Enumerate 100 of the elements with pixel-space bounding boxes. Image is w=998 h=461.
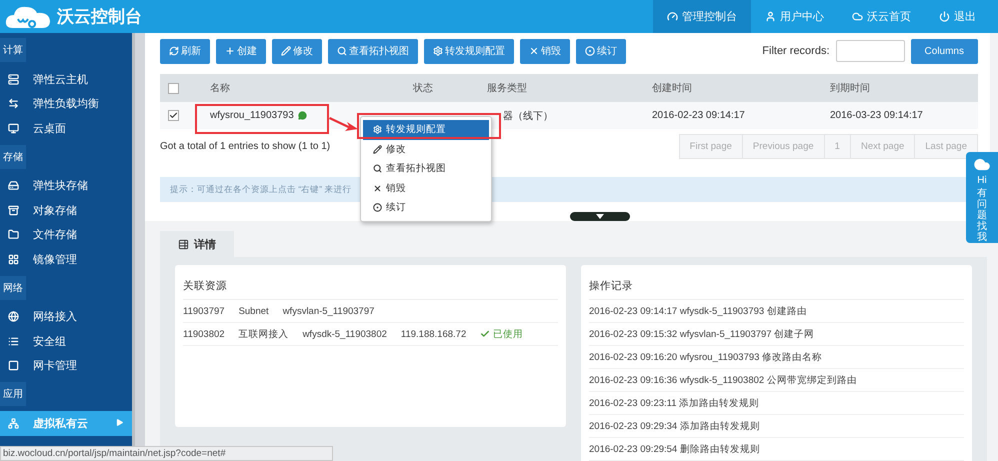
toolbar-button[interactable]: 销毁 (520, 38, 570, 64)
toolbar-button[interactable]: 续订 (576, 38, 626, 64)
sidebar-item[interactable]: 文件存储 (0, 222, 132, 247)
gear-icon (433, 46, 443, 56)
cloud-icon (852, 11, 863, 22)
column-header: 服务类型 (486, 82, 528, 95)
pencil-icon (373, 144, 382, 154)
hint-text: 提示：可通过在各个资源上点击 “右键” 来进行 (170, 184, 352, 196)
filter-label: Filter records: (762, 45, 830, 57)
columns-button[interactable]: Columns (910, 38, 978, 64)
tab[interactable]: 详情 (160, 231, 234, 257)
collapse-handle[interactable] (570, 212, 630, 221)
menu-item[interactable]: 转发规则配置 (363, 120, 489, 140)
link-url-tooltip: biz.wocloud.cn/portal/jsp/maintain/net.jsp?code=net# (0, 446, 333, 461)
log-entry: 2016-02-23 09:23:11 添加路由转发规则 (589, 396, 760, 410)
page-link[interactable]: Previous page (742, 135, 824, 158)
sidebar-item[interactable]: 网络接入 (0, 304, 132, 329)
menu-item[interactable]: 销毁 (363, 178, 489, 198)
sidebar-item[interactable]: 弹性块存储 (0, 174, 132, 198)
section-title: 应用 (0, 382, 26, 406)
folder-icon (8, 229, 19, 240)
close-icon (529, 46, 539, 56)
nav-link[interactable]: 管理控制台 (653, 0, 751, 33)
drive-icon (8, 180, 19, 192)
resource-cell: wfysdk-5_11903802 (302, 328, 387, 340)
section-title: 存储 (0, 144, 26, 168)
log-entry: 2016-02-23 09:15:32 wfysvlan-5_11903797 创建子网 (589, 328, 814, 340)
check-icon (480, 329, 490, 339)
sidebar-item[interactable]: 虚拟私有云 (0, 411, 132, 436)
table-cell: 2016-03-23 09:14:17 (830, 110, 923, 121)
checkbox[interactable] (168, 82, 179, 94)
network-icon (8, 418, 19, 429)
page-link[interactable]: 1 (824, 135, 850, 158)
globe-icon (8, 311, 19, 322)
widget-greeting: Hi (977, 175, 987, 186)
toolbar-button[interactable]: 查看拓扑视图 (328, 38, 418, 64)
log-entry: 2016-02-23 09:14:17 wfysdk-5_11903793 创建路由 (589, 304, 807, 318)
circle-icon (585, 46, 595, 56)
resource-cell: wfysvlan-5_11903797 (282, 306, 374, 316)
column-header: 创建时间 (651, 82, 693, 95)
toolbar-button[interactable]: 修改 (272, 38, 322, 64)
toolbar-button[interactable]: 刷新 (160, 38, 210, 64)
resource-cell: 11903802 (183, 328, 225, 340)
arrows-icon (8, 98, 19, 110)
log-entry: 2016-02-23 09:16:20 wfysrou_11903793 修改路由名称 (589, 350, 822, 364)
panel-title: 操作记录 (589, 273, 964, 300)
sidebar-item[interactable]: 云桌面 (0, 116, 132, 140)
search-icon (373, 164, 382, 174)
nav-link[interactable]: 沃云首页 (838, 0, 925, 33)
pencil-icon (281, 46, 291, 56)
annotation-arrow (329, 115, 359, 133)
nav-link[interactable]: 用户中心 (751, 0, 838, 33)
grid-icon (8, 254, 19, 265)
checkbox[interactable] (168, 110, 179, 121)
section-title: 网络 (0, 276, 26, 300)
log-entry: 2016-02-23 09:29:34 添加路由转发规则 (589, 420, 760, 432)
power-icon (939, 11, 950, 22)
app-title: 沃云控制台 (57, 6, 142, 28)
nav-link[interactable]: 退出 (925, 0, 990, 33)
sidebar-item[interactable]: 镜像管理 (0, 247, 132, 272)
toolbar-button[interactable]: 创建 (216, 38, 266, 64)
section-title: 计算 (0, 38, 26, 62)
sidebar-item[interactable]: 安全组 (0, 329, 132, 354)
sidebar-item[interactable]: 弹性负载均衡 (0, 92, 132, 116)
entries-summary: Got a total of 1 entries to show (1 to 1) (160, 141, 330, 152)
table-cell: wfysrou_11903793 (210, 110, 294, 121)
column-header: 到期时间 (829, 82, 871, 95)
page-link[interactable]: Next page (850, 135, 914, 158)
gear-icon (373, 125, 382, 134)
resource-cell: 互联网接入 (238, 328, 289, 340)
refresh-icon (169, 46, 179, 56)
menu-item[interactable]: 查看拓扑视图 (363, 159, 489, 178)
widget-text: 有问题找我 (977, 188, 987, 243)
status-label: 已使用 (480, 328, 524, 340)
caret-icon (115, 418, 124, 427)
search-icon (337, 46, 347, 56)
circle-icon (373, 203, 382, 212)
square-icon (8, 360, 19, 372)
column-header: 状态 (412, 82, 434, 95)
monitor-icon (8, 122, 19, 134)
help-widget[interactable]: Hi 有问题找我 (966, 152, 998, 243)
gauge-icon (667, 11, 678, 22)
server-icon (8, 74, 19, 85)
menu-item[interactable]: 续订 (363, 198, 489, 218)
sidebar-item[interactable]: 网卡管理 (0, 354, 132, 378)
filter-field[interactable] (836, 40, 905, 62)
sidebar-item[interactable]: 对象存储 (0, 198, 132, 222)
log-entry: 2016-02-23 09:29:54 删除路由转发规则 (589, 442, 760, 456)
page-link[interactable]: First page (680, 135, 742, 158)
list-icon (178, 238, 189, 250)
plus-icon (225, 46, 235, 56)
archive-icon (8, 204, 19, 216)
menu-item[interactable]: 修改 (363, 140, 489, 159)
resource-cell: 119.188.168.72 (400, 328, 466, 340)
cloud-icon (973, 156, 991, 173)
toolbar-button[interactable]: 转发规则配置 (424, 38, 514, 64)
sidebar-item[interactable]: 弹性云主机 (0, 67, 132, 92)
panel-title: 关联资源 (183, 273, 558, 300)
column-header: 名称 (209, 82, 231, 95)
table-cell: 2016-02-23 09:14:17 (652, 110, 745, 121)
